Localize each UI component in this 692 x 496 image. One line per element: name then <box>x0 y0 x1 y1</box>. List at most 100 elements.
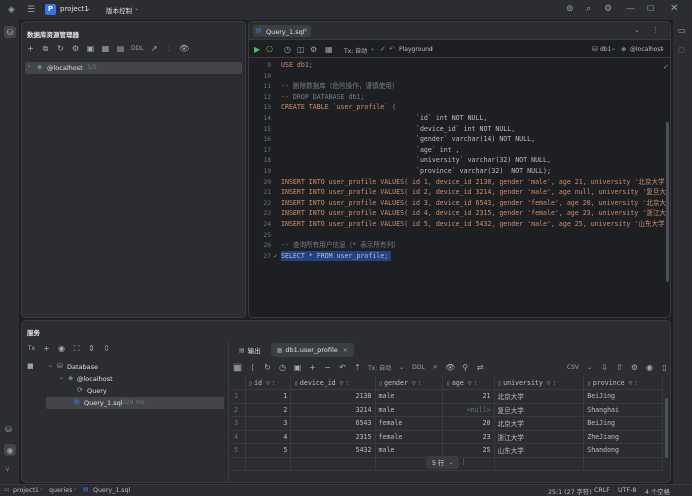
cell-province[interactable]: Shanghai <box>583 403 663 417</box>
cell-device-id[interactable]: 3214 <box>290 403 376 417</box>
first-page-icon[interactable]: ⟨ <box>248 363 257 372</box>
sort-icon[interactable]: ⁝ <box>273 380 275 387</box>
view-icon[interactable]: 👁 <box>179 44 189 53</box>
datasource-selector[interactable]: @localhost <box>630 46 663 53</box>
cell-province[interactable]: BeiJing <box>583 416 663 431</box>
add-row-icon[interactable]: + <box>308 363 317 372</box>
sort-icon[interactable]: ⁝ <box>346 380 348 387</box>
playground-selector[interactable]: Playground <box>399 46 433 53</box>
import-icon[interactable]: ⇧ <box>615 363 624 372</box>
refresh-icon[interactable]: ↻ <box>56 44 65 53</box>
git-icon[interactable]: ⑂ <box>5 465 10 474</box>
cell-university[interactable]: 山东大学 <box>494 443 585 458</box>
cell-age[interactable]: 25 <box>442 443 495 458</box>
cursor-position[interactable]: 25:1 (27 字符) <box>548 487 592 496</box>
cell-gender[interactable]: male <box>375 403 444 417</box>
export-format-selector[interactable]: CSV <box>567 364 579 371</box>
search-icon[interactable]: ⌕ <box>586 4 591 14</box>
tab-user-profile[interactable]: ▦ db1.user_profile × <box>270 343 354 357</box>
chevron-right-icon[interactable]: › <box>28 63 30 70</box>
services-icon[interactable]: ◉ <box>4 444 16 456</box>
cell-university[interactable]: 复旦大学 <box>494 403 585 417</box>
view-icon[interactable]: ◉ <box>645 363 654 372</box>
more-icon[interactable]: ⋮ <box>460 458 467 466</box>
database-explorer-icon[interactable]: ⛁ <box>4 26 16 38</box>
chevron-down-icon[interactable]: ⌄ <box>611 45 616 52</box>
close-icon[interactable]: × <box>303 27 308 34</box>
grid-scrollbar[interactable] <box>665 398 668 458</box>
cell-gender[interactable]: female <box>375 430 444 444</box>
sort-icon[interactable]: ⁝ <box>419 380 421 387</box>
column-header-gender[interactable]: ▯ gender ▽ ⁝ <box>375 376 444 390</box>
cell-id[interactable]: 2 <box>245 403 292 417</box>
cell-device-id[interactable]: 2138 <box>290 389 376 404</box>
cell-device-id[interactable]: 6543 <box>290 416 376 431</box>
chevron-down-icon[interactable]: ⌄ <box>86 5 91 12</box>
transaction-mode[interactable]: Tx: 自动 <box>344 46 367 55</box>
column-header-id[interactable]: ▯ id ▽ ⁝ <box>245 376 292 390</box>
chevron-down-icon[interactable]: ⌄ <box>134 5 139 12</box>
chevron-down-icon[interactable]: ⌄ <box>59 374 64 381</box>
table-row[interactable]: 1 1 2138 male 21 北京大学 BeiJing <box>231 389 663 404</box>
minimize-icon[interactable]: — <box>626 4 635 14</box>
tab-query-1[interactable]: ▤ Query_1.sql × <box>253 25 311 37</box>
tree-item-localhost[interactable]: › ◈ @localhost 1/5 <box>25 62 242 74</box>
cell-id[interactable]: 1 <box>245 389 292 404</box>
group-icon[interactable]: ⛶ <box>72 344 81 353</box>
column-header-age[interactable]: ▯ age ▽ ⁝ <box>442 376 495 390</box>
add-icon[interactable]: + <box>26 44 35 53</box>
add-icon[interactable]: + <box>42 344 51 353</box>
filter-icon[interactable]: ▽ <box>547 380 551 387</box>
settings-icon[interactable]: ⚙ <box>630 363 639 372</box>
view-icon[interactable]: 👁 <box>445 363 455 372</box>
chevron-down-icon[interactable]: ⌄ <box>585 363 594 372</box>
tx-icon[interactable]: Tx <box>27 344 36 353</box>
breadcrumb-project[interactable]: project1 <box>13 487 39 494</box>
project-badge[interactable]: P <box>45 4 56 15</box>
view-icon[interactable]: ◉ <box>57 344 66 353</box>
filter-icon[interactable]: ▽ <box>468 380 472 387</box>
cell-age[interactable]: 20 <box>442 416 495 431</box>
rollback-icon[interactable]: ↶ <box>389 45 395 53</box>
settings-icon[interactable]: ⚙ <box>310 45 317 54</box>
refresh-icon[interactable]: ↻ <box>263 363 272 372</box>
line-ending[interactable]: CRLF <box>594 487 610 494</box>
pin-icon[interactable]: ⚲ <box>461 363 470 372</box>
stop-icon[interactable]: ▣ <box>86 44 95 53</box>
grid-icon[interactable]: ▤ <box>116 44 125 53</box>
chevron-down-icon[interactable]: ⌄ <box>48 362 53 369</box>
stop-icon[interactable]: ▣ <box>293 363 302 372</box>
schema-selector[interactable]: db1 <box>600 46 611 53</box>
search-icon[interactable]: ⌕ <box>431 362 440 372</box>
submit-icon[interactable]: ⇡ <box>353 363 362 372</box>
table-icon[interactable]: ▦ <box>325 45 333 54</box>
close-icon[interactable]: ✕ <box>670 3 678 14</box>
table-row[interactable]: 4 4 2315 female 23 浙江大学 ZheJiang <box>231 430 663 444</box>
chevron-down-icon[interactable]: ⌄ <box>634 26 640 34</box>
table-icon[interactable]: ▦ <box>101 44 110 53</box>
table-row[interactable]: 5 5 5432 male 25 山东大学 Shandong <box>231 443 663 458</box>
cell-university[interactable]: 北京大学 <box>494 416 585 431</box>
jump-icon[interactable]: ↗ <box>150 44 159 53</box>
stop-icon[interactable]: ◫ <box>297 45 305 54</box>
cell-age[interactable]: 23 <box>442 430 495 444</box>
cell-gender[interactable]: male <box>375 389 444 404</box>
cell-age[interactable]: 21 <box>442 389 495 404</box>
layout-icon[interactable]: ▯ <box>660 363 669 372</box>
commit-icon[interactable]: ✓ <box>380 45 386 53</box>
database-icon[interactable]: ⛁ <box>5 425 12 434</box>
breadcrumb-file[interactable]: Query_1.sql <box>93 487 130 494</box>
tab-output[interactable]: ▤ 输出 <box>233 343 267 357</box>
editor-scrollbar[interactable] <box>666 122 669 282</box>
cell-device-id[interactable]: 5432 <box>290 443 376 458</box>
code-area[interactable]: USE db1; -- 删除数据库（危险操作，谨慎使用） -- DROP DATAB… <box>281 60 669 317</box>
ai-chat-icon[interactable]: ◌ <box>678 45 685 54</box>
cell-gender[interactable]: female <box>375 416 444 431</box>
expand-icon[interactable]: ⇕ <box>87 344 96 353</box>
run-icon[interactable]: ▶ <box>254 45 260 54</box>
filter-icon[interactable]: ▽ <box>629 380 633 387</box>
history-icon[interactable]: ◷ <box>278 363 287 372</box>
chevron-down-icon[interactable]: ⌄ <box>370 45 375 52</box>
chevron-down-icon[interactable]: ⌄ <box>660 45 665 52</box>
tree-item-query-1[interactable]: ▤ Query_1.sql 329 ms <box>46 397 224 409</box>
